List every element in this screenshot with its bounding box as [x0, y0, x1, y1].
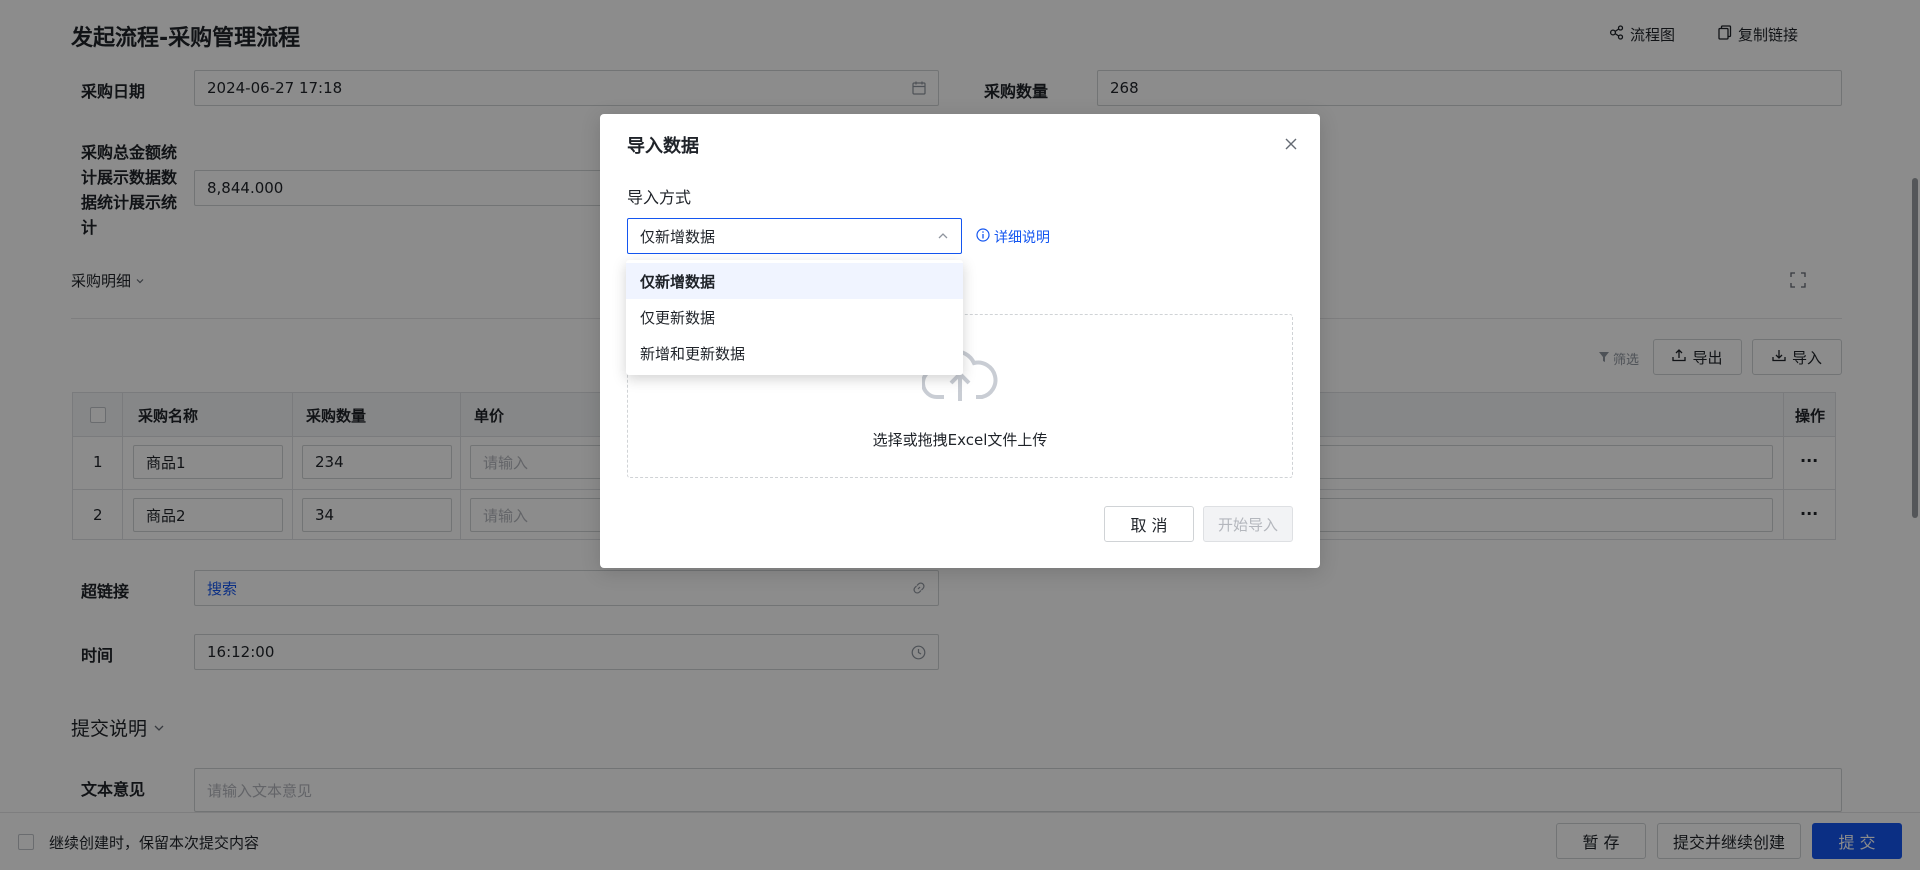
start-import-button[interactable]: 开始导入: [1203, 506, 1293, 542]
upload-text: 选择或拖拽Excel文件上传: [872, 431, 1048, 449]
detail-link-label: 详细说明: [994, 230, 1050, 246]
import-method-dropdown: 仅新增数据 仅更新数据 新增和更新数据: [626, 260, 963, 375]
option-add-only[interactable]: 仅新增数据: [626, 263, 963, 299]
cancel-button[interactable]: 取 消: [1104, 506, 1194, 542]
modal-title: 导入数据: [627, 136, 699, 157]
info-icon: [976, 228, 990, 246]
close-icon[interactable]: [1284, 136, 1298, 155]
option-add-and-update[interactable]: 新增和更新数据: [626, 335, 963, 371]
import-method-value: 仅新增数据: [640, 227, 716, 246]
import-method-select[interactable]: 仅新增数据: [627, 218, 962, 254]
import-method-label: 导入方式: [627, 188, 692, 207]
detail-link[interactable]: 详细说明: [976, 227, 1050, 247]
option-update-only[interactable]: 仅更新数据: [626, 299, 963, 335]
chevron-up-icon: [937, 230, 949, 242]
